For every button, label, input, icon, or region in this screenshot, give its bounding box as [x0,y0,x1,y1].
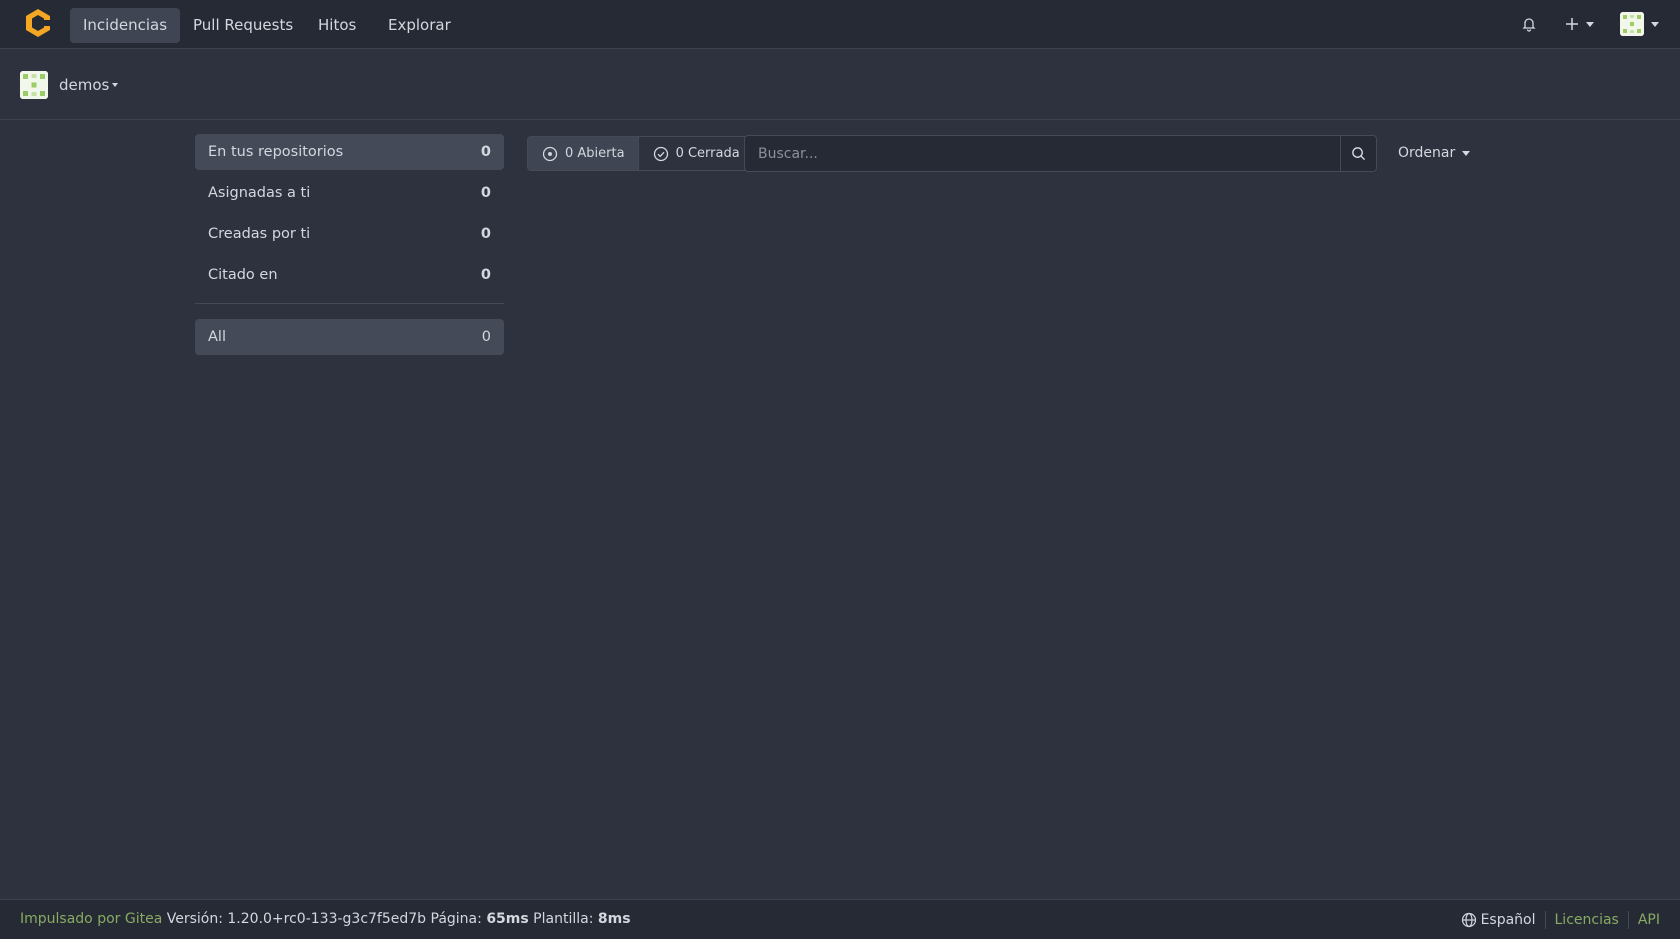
issue-state-toggle: 0 Abierta 0 Cerrada [527,136,754,171]
sidebar-item-count: 0 [481,329,491,345]
language-selector[interactable]: Español [1461,912,1536,928]
footer-divider [1544,911,1546,929]
sidebar-item-label: Asignadas a ti [208,185,311,201]
chevron-down-icon [1586,21,1594,27]
powered-by-link[interactable]: Impulsado por Gitea [20,911,162,927]
open-issues-button[interactable]: 0 Abierta [528,137,639,170]
sidebar-item-all-repos[interactable]: All 0 [195,319,504,355]
version-value: 1.20.0+rc0-133-g3c7f5ed7b [227,911,427,927]
sidebar-item-count: 0 [480,185,491,201]
top-navbar: Incidencias Pull Requests Hitos Explorar [0,0,1680,49]
closed-issues-label: 0 Cerrada [675,146,740,161]
issue-open-icon [542,146,558,161]
notifications-bell-icon[interactable] [1521,12,1537,36]
licenses-link[interactable]: Licencias [1555,912,1619,928]
closed-issues-button[interactable]: 0 Cerrada [639,137,753,170]
version-label: Versión: [166,911,223,927]
sidebar-item-count: 0 [480,144,491,160]
nav-pull-requests[interactable]: Pull Requests [180,8,306,43]
nav-incidencias[interactable]: Incidencias [70,8,181,43]
globe-icon [1461,912,1476,928]
user-menu-dropdown[interactable] [1620,12,1659,36]
sidebar-divider [195,303,504,304]
sidebar-item-created[interactable]: Creadas por ti 0 [195,216,504,252]
sort-dropdown[interactable]: Ordenar [1398,145,1471,161]
page-time-value: 65ms [486,911,529,927]
sort-label: Ordenar [1398,145,1456,161]
issue-search-box [744,135,1377,172]
footer-links: Español Licencias API [1461,911,1660,929]
language-label: Español [1480,912,1536,928]
nav-explorar[interactable]: Explorar [375,8,464,43]
footer-divider [1627,911,1629,929]
plus-icon [1566,18,1578,30]
create-new-dropdown[interactable] [1565,12,1594,36]
template-time-label: Plantilla: [533,911,594,927]
chevron-down-icon [1651,21,1659,27]
user-avatar [1620,12,1644,36]
sidebar-item-mentioned[interactable]: Citado en 0 [195,257,504,293]
footer-version-info: Impulsado por Gitea Versión: 1.20.0+rc0-… [20,911,631,927]
gitea-logo-icon[interactable] [22,7,54,39]
chevron-down-icon [1462,150,1471,156]
dashboard-context-header: demos [0,50,1680,120]
sidebar-item-count: 0 [480,267,491,283]
sidebar-item-assigned[interactable]: Asignadas a ti 0 [195,175,504,211]
issues-filter-sidebar: En tus repositorios 0 Asignadas a ti 0 C… [195,134,504,360]
api-link[interactable]: API [1638,912,1660,928]
issue-closed-icon [653,146,668,161]
nav-hitos[interactable]: Hitos [305,8,369,43]
sidebar-item-your-repositories[interactable]: En tus repositorios 0 [195,134,504,170]
open-issues-label: 0 Abierta [565,146,625,161]
sidebar-item-label: Citado en [208,267,278,283]
sidebar-item-label: Creadas por ti [208,226,311,242]
template-time-value: 8ms [597,911,631,927]
sidebar-item-count: 0 [480,226,491,242]
search-input[interactable] [745,136,1340,171]
org-name: demos [59,76,110,94]
sidebar-item-label: En tus repositorios [208,144,344,160]
search-icon [1352,147,1366,161]
org-avatar [20,71,48,99]
search-button[interactable] [1340,136,1376,171]
context-switcher[interactable]: demos [20,71,119,99]
chevron-down-icon [112,83,119,87]
page-time-label: Página: [430,911,482,927]
sidebar-item-label: All [208,329,226,345]
page-footer: Impulsado por Gitea Versión: 1.20.0+rc0-… [0,899,1680,939]
